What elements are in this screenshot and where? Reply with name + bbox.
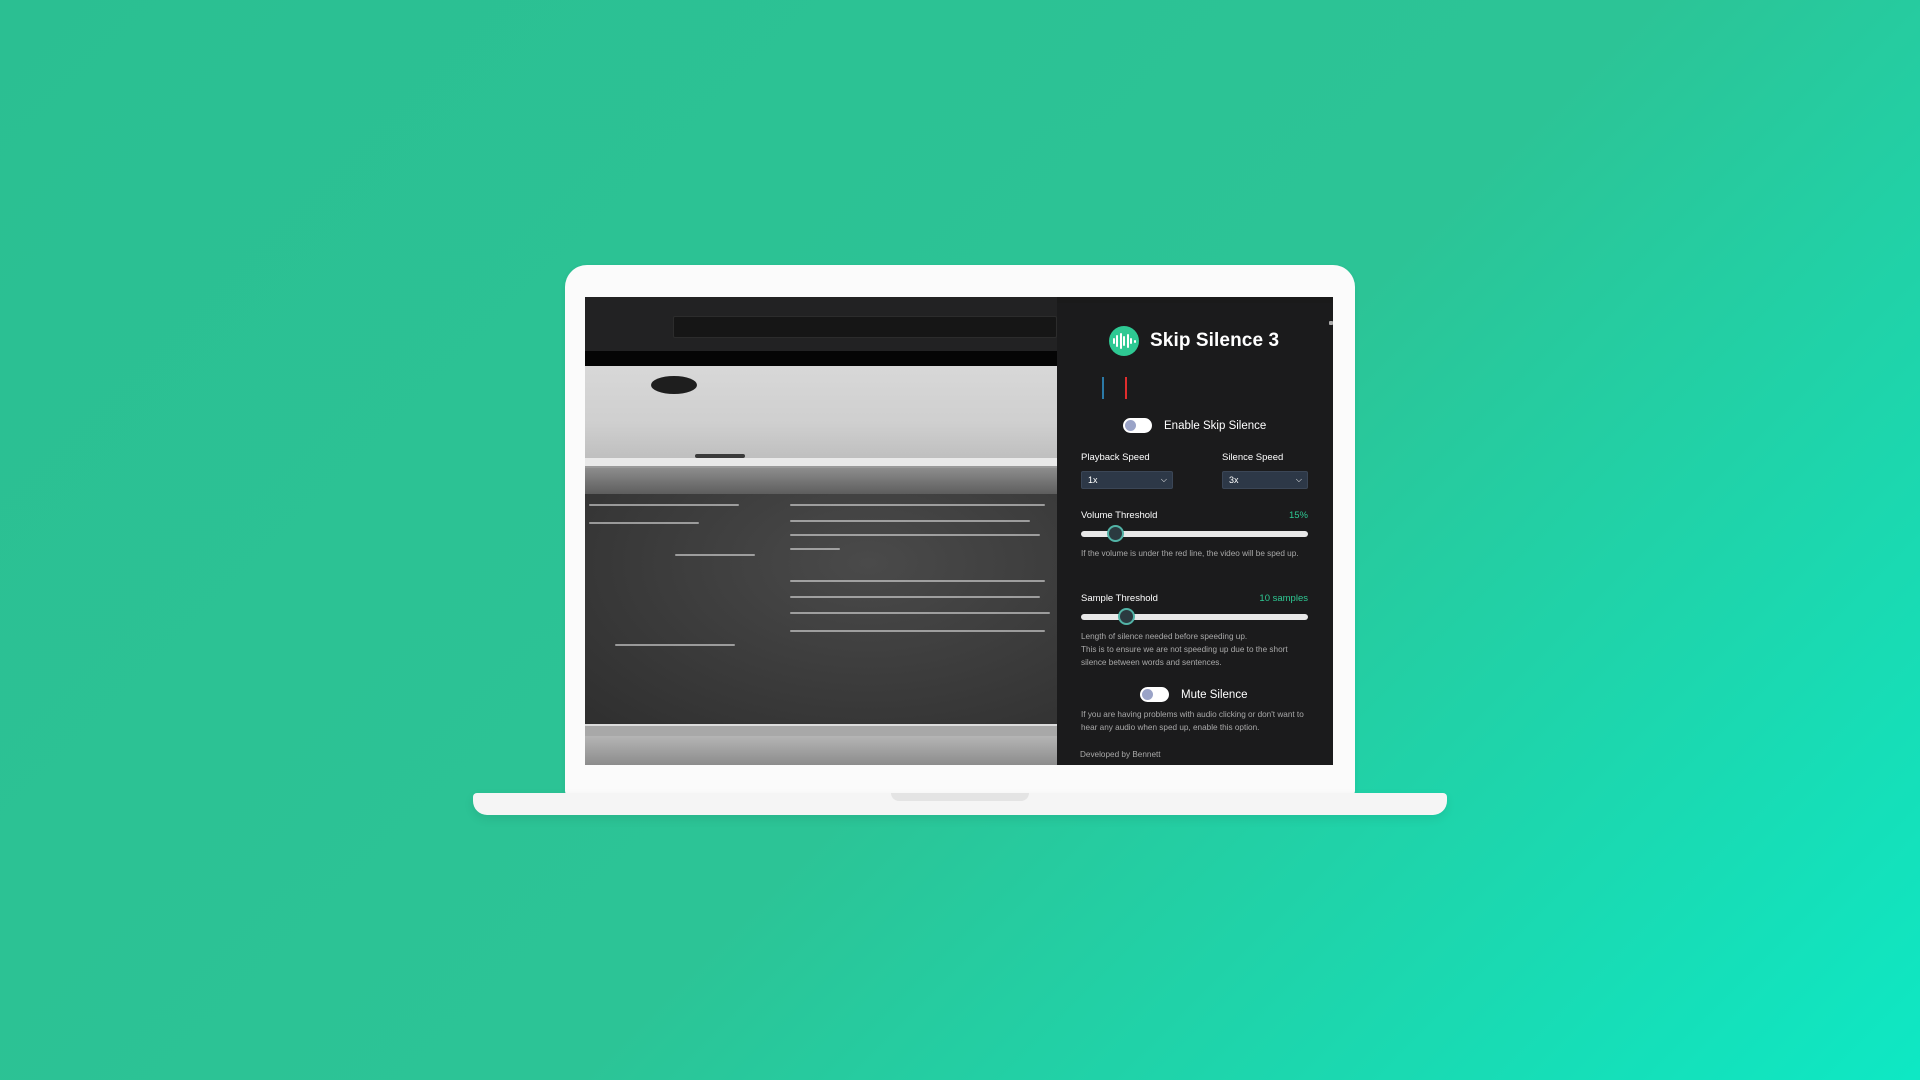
video-ledge [585,458,1057,468]
silence-speed-select[interactable]: 3x ⌵ [1222,471,1308,489]
enable-skip-silence-row: Enable Skip Silence [1123,418,1266,433]
mute-silence-row: Mute Silence [1140,687,1247,702]
video-eraser [695,454,745,458]
sample-threshold-value: 10 samples [1259,593,1308,604]
waveform-icon [1109,326,1139,356]
volume-threshold-slider-thumb[interactable] [1107,525,1125,542]
toggle-knob [1125,420,1136,431]
enable-skip-silence-label: Enable Skip Silence [1164,419,1267,432]
skip-silence-panel: Skip Silence 3 Enable Skip Silence Playb… [1057,303,1333,765]
video-light-glow [585,468,1057,496]
mute-silence-toggle[interactable] [1140,687,1169,702]
sample-threshold-label: Sample Threshold [1081,593,1158,604]
volume-threshold-label: Volume Threshold [1081,510,1158,521]
sample-threshold-slider-thumb[interactable] [1118,608,1136,625]
threshold-marker [1125,377,1127,399]
volume-threshold-slider[interactable] [1081,525,1308,542]
video-floor [585,736,1057,765]
playback-speed-select[interactable]: 1x ⌵ [1081,471,1173,489]
toggle-knob [1142,689,1153,700]
volume-threshold-value: 15% [1288,510,1308,521]
volume-threshold-help: If the volume is under the red line, the… [1081,549,1299,558]
mute-silence-label: Mute Silence [1181,688,1248,701]
panel-header: Skip Silence 3 [1109,325,1279,357]
sample-threshold-slider[interactable] [1081,608,1308,625]
laptop-notch [891,793,1029,801]
laptop-base [473,793,1447,815]
playback-speed-value: 1x [1088,475,1098,485]
sample-threshold-help-line1: Length of silence needed before speeding… [1081,632,1248,641]
sample-threshold-help: Length of silence needed before speeding… [1081,630,1311,669]
lecture-video[interactable] [585,366,1057,765]
chevron-down-icon: ⌵ [1295,475,1302,484]
laptop-screen: Skip Silence 3 Enable Skip Silence Playb… [585,297,1333,765]
silence-speed-label: Silence Speed [1222,452,1284,463]
video-page-header [585,297,1057,351]
sample-threshold-help-line2: This is to ensure we are not speeding up… [1081,645,1288,667]
chevron-down-icon: ⌵ [1160,475,1167,484]
enable-skip-silence-toggle[interactable] [1123,418,1152,433]
footer-credit: Developed by Bennett [1080,750,1161,759]
mute-silence-help: If you are having problems with audio cl… [1081,710,1304,732]
playback-speed-label: Playback Speed [1081,452,1150,463]
volume-level-meter [1102,377,1104,399]
video-speaker-object [651,376,697,394]
app-title: Skip Silence 3 [1150,330,1280,351]
scrollbar-handle[interactable] [1329,321,1333,325]
silence-speed-value: 3x [1229,475,1239,485]
video-page-search-bar[interactable] [673,316,1057,338]
video-letterbox [585,351,1057,366]
video-chalkboard [585,494,1057,724]
video-chalk-tray [585,724,1057,736]
